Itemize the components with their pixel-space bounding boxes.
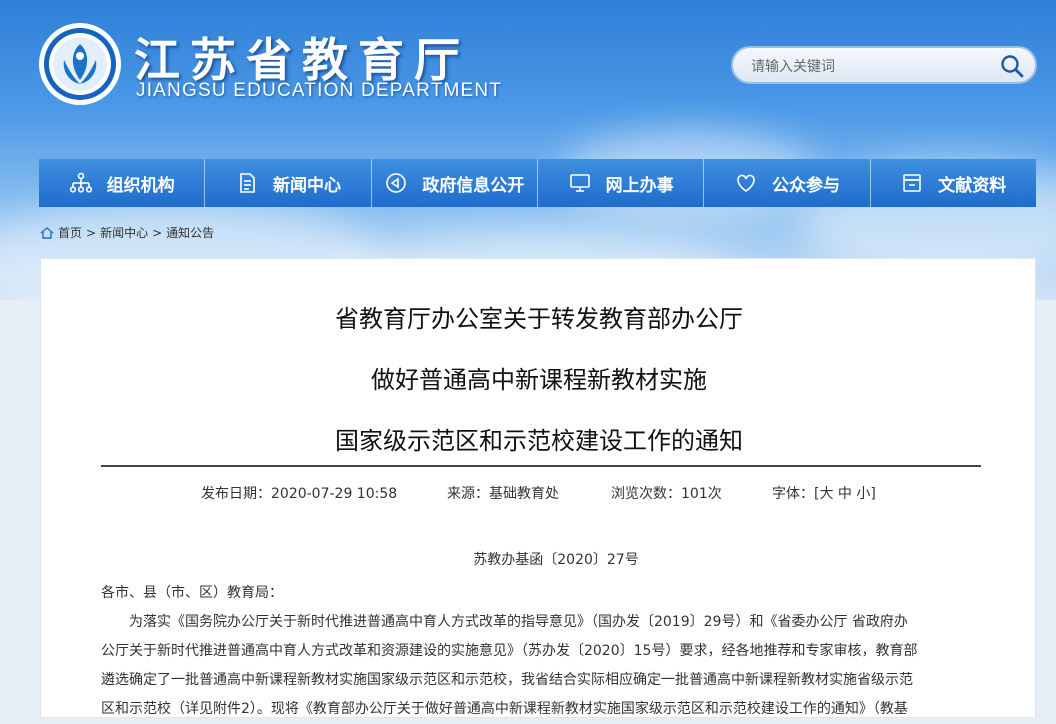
- paragraph-line: 为落实《国务院办公厅关于新时代推进普通高中育人方式改革的指导意见》（国办发〔20…: [101, 614, 908, 630]
- nav-label: 公众参与: [771, 175, 840, 196]
- org-chart-icon: [69, 172, 92, 193]
- search-box: [731, 46, 1037, 84]
- header-banner: 江苏省教育厅 JIANGSU EDUCATION DEPARTMENT: [0, 0, 1056, 300]
- paragraph-line: 区和示范校（详见附件2）。现将《教育部办公厅关于做好普通高中新课程新教材实施国家…: [101, 701, 908, 717]
- nav-item-org[interactable]: 组织机构: [39, 159, 206, 207]
- nav-label: 政府信息公开: [422, 175, 525, 196]
- article-source: 来源：基础教育处: [447, 486, 559, 502]
- nav-label: 网上办事: [605, 175, 674, 196]
- announce-icon: [386, 173, 407, 193]
- nav-label: 组织机构: [106, 175, 175, 196]
- department-logo[interactable]: [38, 22, 122, 106]
- article-title-line-2: 做好普通高中新课程新教材实施: [371, 366, 707, 394]
- document-icon: [240, 173, 255, 193]
- monitor-icon: [569, 174, 590, 192]
- nav-item-gov-info[interactable]: 政府信息公开: [372, 159, 538, 207]
- nav-item-news[interactable]: 新闻中心: [205, 159, 372, 207]
- publish-date: 发布日期：2020-07-29 10:58: [201, 486, 398, 502]
- article-title-line-1: 省教育厅办公室关于转发教育部办公厅: [335, 305, 743, 333]
- nav-item-documents[interactable]: 文献资料: [871, 159, 1036, 207]
- title-divider: [101, 465, 981, 467]
- nav-label: 文献资料: [938, 175, 1007, 196]
- paragraph-line: 公厅关于新时代推进普通高中育人方式改革和资源建设的实施意见》（苏办发〔2020〕…: [101, 643, 918, 659]
- breadcrumb-separator: >: [86, 225, 97, 240]
- search-input[interactable]: [749, 56, 993, 78]
- search-icon[interactable]: [999, 53, 1025, 79]
- home-icon[interactable]: [40, 226, 54, 239]
- site-title-en: JIANGSU EDUCATION DEPARTMENT: [136, 80, 503, 101]
- font-size-switch[interactable]: 字体：[大 中 小]: [772, 483, 876, 503]
- paragraph-line: 遴选确定了一批普通高中新课程新教材实施国家级示范区和示范校，我省结合实际相应确定…: [101, 672, 913, 688]
- archive-icon: [903, 174, 922, 192]
- article-body: 各市、县（市、区）教育局： 为落实《国务院办公厅关于新时代推进普通高中育人方式改…: [101, 579, 981, 724]
- document-number: 苏教办基函〔2020〕27号: [473, 552, 639, 568]
- view-count: 浏览次数：101次: [611, 486, 722, 502]
- breadcrumb-home[interactable]: 首页: [58, 224, 82, 241]
- nav-item-online-service[interactable]: 网上办事: [538, 159, 705, 207]
- nav-label: 新闻中心: [272, 175, 341, 196]
- breadcrumb-notice[interactable]: 通知公告: [166, 224, 214, 241]
- breadcrumb-news[interactable]: 新闻中心: [100, 224, 148, 241]
- breadcrumb: 首页 > 新闻中心 > 通知公告: [40, 224, 214, 241]
- main-nav: 组织机构 新闻中心 政府信息公开 网上办事 公众参与 文献资料: [39, 159, 1036, 207]
- article-panel: 省教育厅办公室关于转发教育部办公厅 做好普通高中新课程新教材实施 国家级示范区和…: [40, 258, 1036, 718]
- nav-item-public[interactable]: 公众参与: [704, 159, 871, 207]
- heart-icon: [737, 174, 755, 192]
- breadcrumb-separator: >: [152, 225, 163, 240]
- salutation: 各市、县（市、区）教育局：: [101, 585, 283, 601]
- article-title-line-3: 国家级示范区和示范校建设工作的通知: [335, 427, 743, 455]
